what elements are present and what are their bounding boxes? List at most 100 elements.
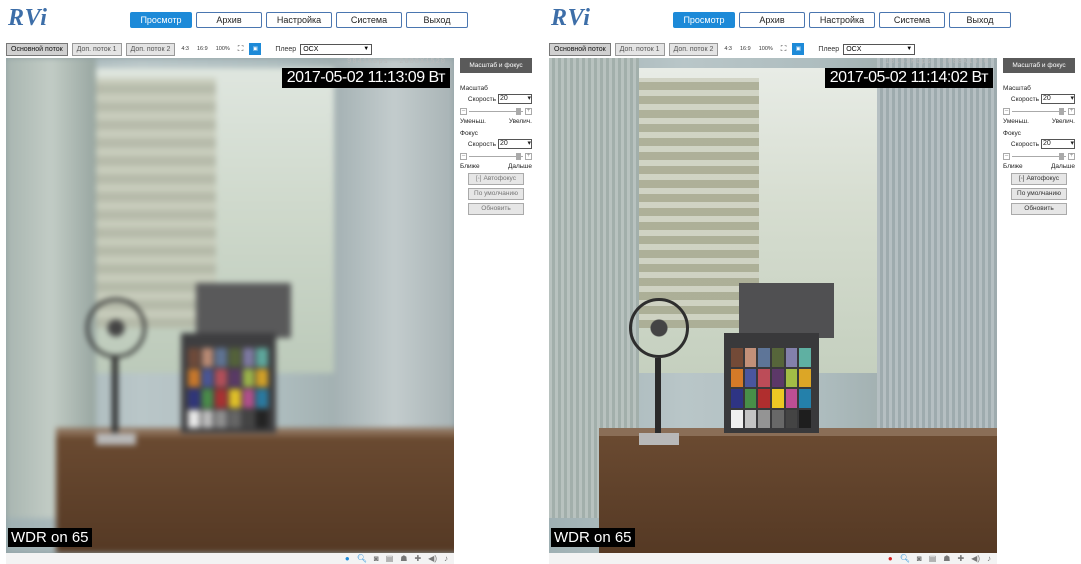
people-icon[interactable]: ☗ [400, 554, 407, 564]
focus-slider[interactable]: – + [1003, 152, 1075, 162]
focus-slider-thumb[interactable] [516, 153, 521, 160]
refresh-button[interactable]: Обновить [1011, 203, 1067, 215]
zoom-slider[interactable]: – + [1003, 107, 1075, 117]
minus-icon[interactable]: – [460, 153, 467, 160]
nav-system[interactable]: Система [336, 12, 402, 28]
nav-archive[interactable]: Архив [739, 12, 805, 28]
focus-speed-value: 20 [1043, 140, 1051, 147]
plus-icon[interactable]: + [525, 153, 532, 160]
autofocus-button[interactable]: [◦] Автофокус [1011, 173, 1067, 185]
plus-icon[interactable]: + [525, 108, 532, 115]
video-view[interactable]: 9841Kbps 2688X1520 2017-05-02 11:13:09 В… [6, 58, 454, 553]
video-control-bar: ● 🔍︎ ◙ ▤ ☗ ✚ ◀) ♪ [549, 553, 997, 564]
ratio-16-9-button[interactable]: 16:9 [195, 46, 210, 52]
zoom-speed-select[interactable]: 20 ▾ [1041, 94, 1075, 104]
zoom-label: Масштаб [1003, 85, 1031, 92]
fit-window-icon[interactable]: ▣ [249, 43, 262, 55]
zoom-focus-header: Масштаб и фокус [460, 58, 532, 73]
zoom-icon[interactable]: 🔍︎ [900, 554, 910, 564]
default-button[interactable]: По умолчанию [468, 188, 524, 200]
minus-icon[interactable]: – [1003, 153, 1010, 160]
snapshot-icon[interactable]: ◙ [917, 554, 922, 564]
ratio-100-button[interactable]: 100% [214, 46, 232, 52]
snapshot-icon[interactable]: ◙ [374, 554, 379, 564]
sub-stream-2-button[interactable]: Доп. поток 2 [125, 42, 176, 56]
minus-icon[interactable]: – [1003, 108, 1010, 115]
plus-icon[interactable]: + [1068, 108, 1075, 115]
focus-near-label: Ближе [460, 163, 480, 170]
ptz-icon[interactable]: ✚ [957, 554, 964, 564]
wdr-overlay: WDR on 65 [8, 528, 92, 547]
focus-slider[interactable]: – + [460, 152, 532, 162]
ratio-4-3-button[interactable]: 4:3 [722, 46, 734, 52]
speaker-icon[interactable]: ◀) [971, 554, 980, 564]
minus-icon[interactable]: – [460, 108, 467, 115]
zoom-speed-select[interactable]: 20 ▾ [498, 94, 532, 104]
speaker-icon[interactable]: ◀) [428, 554, 437, 564]
zoom-labels: Уменьш. Увелич. [1003, 118, 1075, 125]
ptz-icon[interactable]: ✚ [414, 554, 421, 564]
focus-speed-select[interactable]: 20 ▾ [1041, 139, 1075, 149]
ratio-4-3-button[interactable]: 4:3 [179, 46, 191, 52]
ratio-100-button[interactable]: 100% [757, 46, 775, 52]
fit-window-icon[interactable]: ▣ [792, 43, 805, 55]
fullscreen-icon[interactable]: ⛶ [236, 44, 246, 54]
focus-labels: Ближе Дальше [1003, 163, 1075, 170]
chevron-down-icon: ▾ [1070, 95, 1074, 102]
video-view[interactable]: 18153Kbps 2688X1520 2017-05-02 11:14:02 … [549, 58, 997, 553]
nav-settings[interactable]: Настройка [809, 12, 875, 28]
player-label: Плеер [275, 45, 297, 53]
sub-stream-1-button[interactable]: Доп. поток 1 [614, 42, 665, 56]
zoom-slider-thumb[interactable] [1059, 108, 1064, 115]
nav-live-view[interactable]: Просмотр [673, 12, 735, 28]
default-button[interactable]: По умолчанию [1011, 188, 1067, 200]
main-stream-button[interactable]: Основной поток [6, 42, 68, 56]
zoom-icon[interactable]: 🔍︎ [357, 554, 367, 564]
autofocus-icon: [◦] [476, 176, 482, 182]
color-checker-chart [731, 348, 811, 428]
ratio-16-9-button[interactable]: 16:9 [738, 46, 753, 52]
nav-archive[interactable]: Архив [196, 12, 262, 28]
focus-label: Фокус [460, 130, 478, 137]
zoom-slider[interactable]: – + [460, 107, 532, 117]
chevron-down-icon: ▼ [363, 45, 370, 52]
multi-window-icon[interactable]: ▤ [386, 554, 394, 564]
nav-settings[interactable]: Настройка [266, 12, 332, 28]
resolution-value: 2688X1520 [942, 58, 989, 66]
focus-speed-select[interactable]: 20 ▾ [498, 139, 532, 149]
sub-stream-1-button[interactable]: Доп. поток 1 [71, 42, 122, 56]
autofocus-icon: [◦] [1019, 176, 1025, 182]
people-icon[interactable]: ☗ [943, 554, 950, 564]
bitrate-overlay: 9841Kbps 2688X1520 [347, 58, 446, 66]
refresh-button[interactable]: Обновить [468, 203, 524, 215]
zoom-slider-thumb[interactable] [516, 108, 521, 115]
focus-speed-value: 20 [500, 140, 508, 147]
plus-icon[interactable]: + [1068, 153, 1075, 160]
main-nav: Просмотр Архив Настройка Система Выход [673, 12, 1011, 28]
camera-scene [549, 58, 997, 553]
fullscreen-icon[interactable]: ⛶ [779, 44, 789, 54]
multi-window-icon[interactable]: ▤ [929, 554, 937, 564]
nav-system[interactable]: Система [879, 12, 945, 28]
zoom-in-label: Увелич. [1051, 118, 1075, 125]
logo: RVi [8, 5, 48, 31]
zoom-speed-label: Скорость [467, 95, 496, 103]
main-nav: Просмотр Архив Настройка Система Выход [130, 12, 468, 28]
nav-logout[interactable]: Выход [949, 12, 1011, 28]
autofocus-button[interactable]: [◦] Автофокус [468, 173, 524, 185]
sub-stream-2-button[interactable]: Доп. поток 2 [668, 42, 719, 56]
microphone-icon[interactable]: ♪ [987, 554, 991, 564]
record-icon[interactable]: ● [345, 554, 350, 564]
video-control-bar: ● 🔍︎ ◙ ▤ ☗ ✚ ◀) ♪ [6, 553, 454, 564]
zoom-speed-label: Скорость [1010, 95, 1039, 103]
nav-logout[interactable]: Выход [406, 12, 468, 28]
focus-slider-thumb[interactable] [1059, 153, 1064, 160]
zoom-focus-header: Масштаб и фокус [1003, 58, 1075, 73]
record-icon[interactable]: ● [888, 554, 893, 564]
nav-live-view[interactable]: Просмотр [130, 12, 192, 28]
zoom-speed-row: Скорость 20 ▾ [1003, 94, 1075, 104]
player-select[interactable]: OCX ▼ [300, 43, 373, 55]
main-stream-button[interactable]: Основной поток [549, 42, 611, 56]
player-select[interactable]: OCX ▼ [843, 43, 916, 55]
microphone-icon[interactable]: ♪ [444, 554, 448, 564]
